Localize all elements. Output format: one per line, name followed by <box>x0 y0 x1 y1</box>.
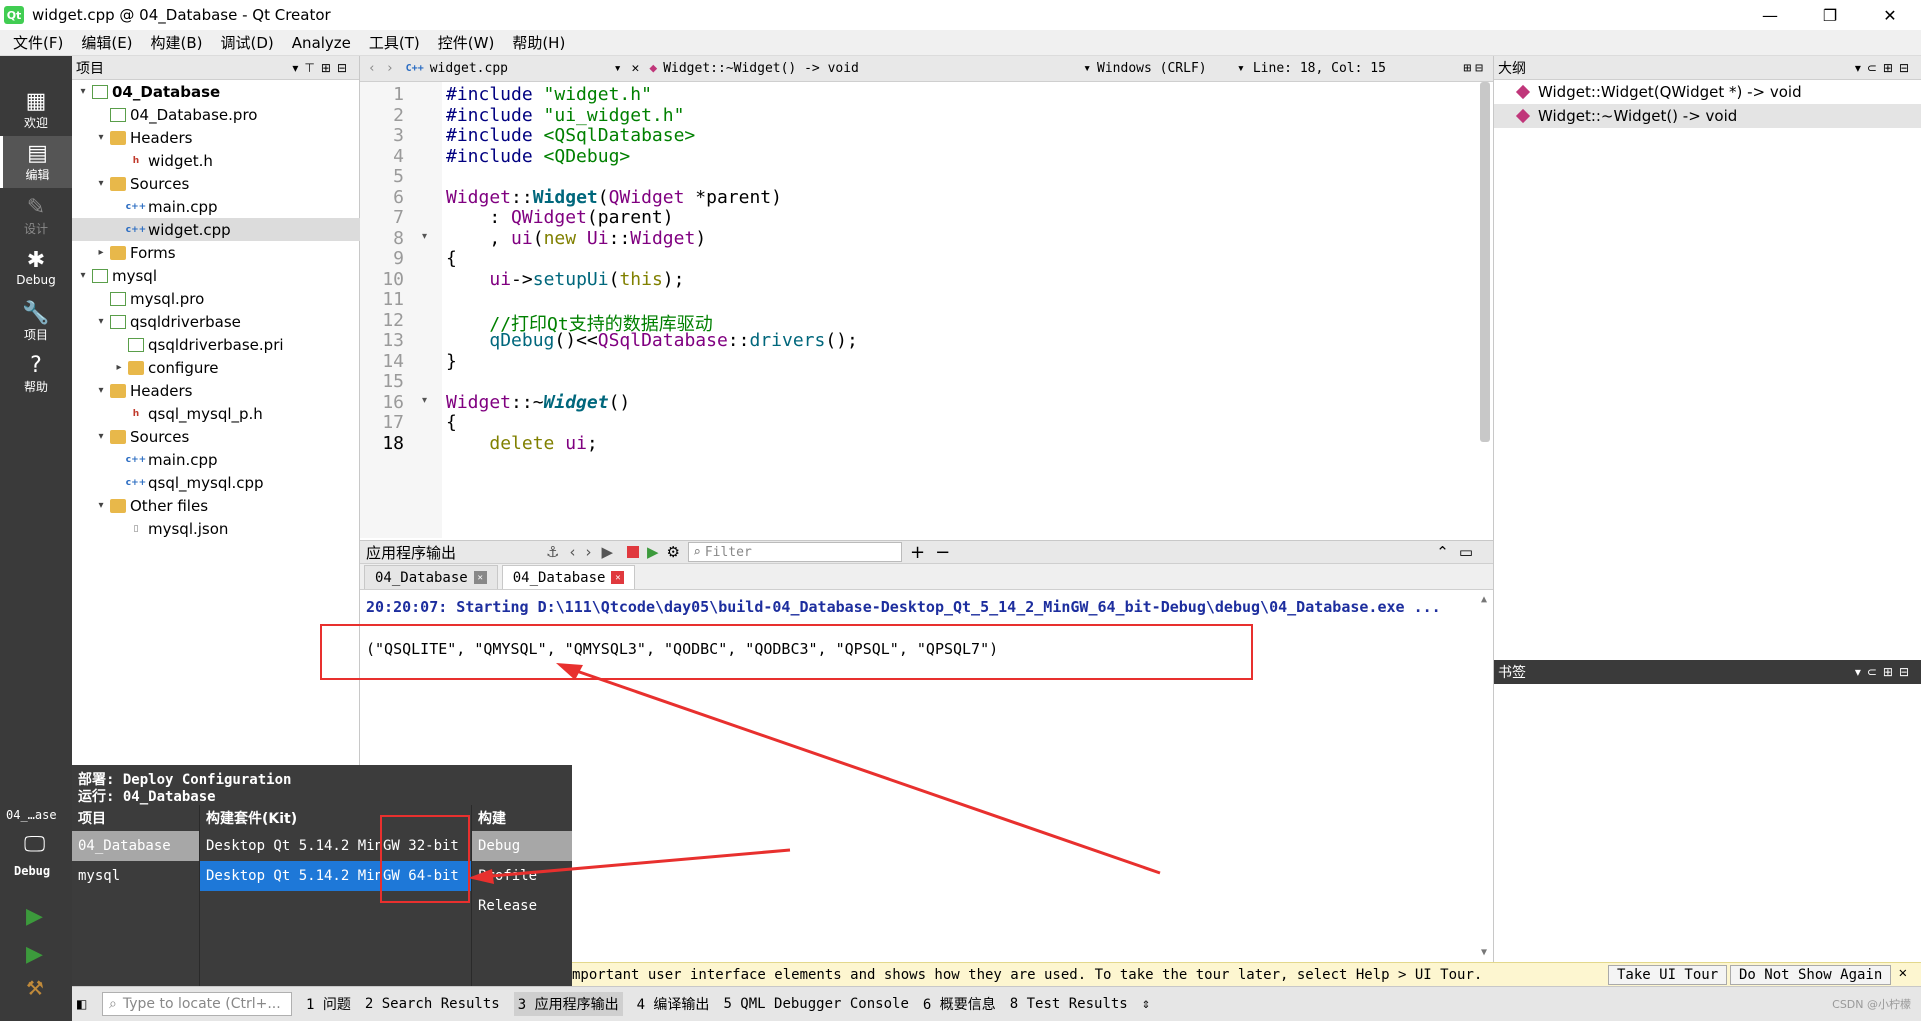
annotation-arrowhead <box>468 869 494 884</box>
annotation-arrows <box>468 663 1161 884</box>
annotation-arrow-line <box>479 848 791 879</box>
annotation-arrowhead <box>556 663 583 680</box>
annotation-arrow-line <box>564 665 1161 875</box>
